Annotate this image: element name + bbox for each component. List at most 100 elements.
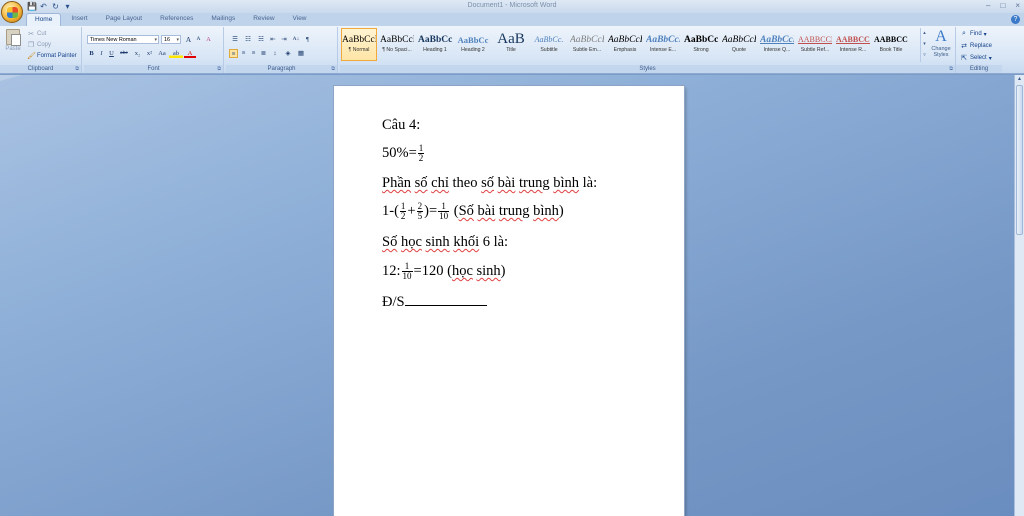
doc-line-answer[interactable]: Đ/S bbox=[382, 292, 487, 310]
align-center-icon[interactable]: ≡ bbox=[239, 49, 248, 58]
style-heading-1[interactable]: AaBbCc Heading 1 bbox=[417, 28, 453, 61]
clear-formatting-button[interactable]: A bbox=[204, 35, 213, 44]
doc-line-question[interactable]: Câu 4: bbox=[382, 116, 420, 134]
minimize-button[interactable]: – bbox=[986, 1, 990, 10]
style-subtitle[interactable]: AaBbCc. Subtitle bbox=[531, 28, 567, 61]
style-heading-2[interactable]: AaBbCc Heading 2 bbox=[455, 28, 491, 61]
paragraph-group: ☰ ☷ ☵ ⇤ ⇥ A↓ ¶ ≡ ≡ ≡ ≣ ↕ ◈ ▦ Paragraph ⧉ bbox=[226, 27, 338, 73]
title-bar: 💾 ↶ ↻ ▾ Document1 - Microsoft Word – □ × bbox=[0, 0, 1024, 13]
style-intense-emphasis[interactable]: AaBbCcI Intense E... bbox=[645, 28, 681, 61]
style-intense-quote[interactable]: AaBbCcI Intense Q... bbox=[759, 28, 795, 61]
font-format-tools: B I U abe x₂ x² Aa ab A bbox=[87, 49, 196, 58]
bullets-icon[interactable]: ☰ bbox=[229, 35, 241, 44]
multilevel-list-icon[interactable]: ☵ bbox=[255, 35, 267, 44]
binoculars-icon: ⌕ bbox=[962, 30, 966, 37]
style-intense-reference[interactable]: AABBCCI Intense R... bbox=[835, 28, 871, 61]
subscript-button[interactable]: x₂ bbox=[132, 49, 143, 58]
justify-icon[interactable]: ≣ bbox=[259, 49, 268, 58]
doc-line-students-text[interactable]: Số học sinh khối 6 là: bbox=[382, 233, 508, 251]
replace-icon: ⇄ bbox=[961, 43, 967, 50]
paragraph-group-label: Paragraph bbox=[226, 65, 337, 73]
font-name-box[interactable]: Times New Roman ▾ bbox=[87, 35, 159, 44]
strikethrough-button[interactable]: abe bbox=[117, 49, 131, 58]
clipboard-group: Paste ✂ Cut ❐ Copy 🖌 Format Painter Clipboa… bbox=[0, 27, 82, 73]
doc-line-calculation[interactable]: 1-(1 2 +2 5)= 1 10 (Số bài trung bình) bbox=[382, 201, 564, 222]
font-size-box[interactable]: 16 ▾ bbox=[161, 35, 181, 44]
grow-font-button[interactable]: A bbox=[184, 35, 193, 44]
scissors-icon: ✂ bbox=[28, 31, 34, 38]
styles-gallery-scroll[interactable]: ▴ ▾ ▿ bbox=[920, 28, 928, 62]
shrink-font-button[interactable]: A bbox=[194, 35, 203, 44]
maximize-button[interactable]: □ bbox=[1000, 1, 1005, 10]
decrease-indent-icon[interactable]: ⇤ bbox=[268, 35, 278, 44]
tab-home[interactable]: Home bbox=[26, 13, 62, 26]
paste-button[interactable]: Paste bbox=[3, 29, 23, 61]
style-normal[interactable]: AaBbCcI ¶ Normal bbox=[341, 28, 377, 61]
fraction: 1 10 bbox=[438, 201, 450, 222]
numbering-icon[interactable]: ☷ bbox=[242, 35, 254, 44]
borders-icon[interactable]: ▦ bbox=[295, 49, 307, 58]
tab-insert[interactable]: Insert bbox=[63, 13, 95, 26]
style-book-title[interactable]: AABBCCI Book Title bbox=[873, 28, 909, 61]
superscript-button[interactable]: x² bbox=[144, 49, 155, 58]
scroll-up-icon[interactable]: ▴ bbox=[1015, 75, 1024, 84]
style-subtle-reference[interactable]: AABBCCI Subtle Ref... bbox=[797, 28, 833, 61]
style-no-spacing[interactable]: AaBbCcI ¶ No Spaci... bbox=[379, 28, 415, 61]
align-left-icon[interactable]: ≡ bbox=[229, 49, 238, 58]
italic-button[interactable]: I bbox=[97, 49, 106, 58]
shading-icon[interactable]: ◈ bbox=[282, 49, 294, 58]
ribbon-tabs: Home Insert Page Layout References Maili… bbox=[0, 13, 1024, 26]
style-subtle-emphasis[interactable]: AaBbCcI Subtle Em... bbox=[569, 28, 605, 61]
align-right-icon[interactable]: ≡ bbox=[249, 49, 258, 58]
tab-view[interactable]: View bbox=[285, 13, 315, 26]
tab-references[interactable]: References bbox=[152, 13, 201, 26]
font-color-button[interactable]: A bbox=[184, 49, 196, 58]
chevron-up-icon[interactable]: ▴ bbox=[921, 28, 928, 39]
underline-button[interactable]: U bbox=[107, 49, 116, 58]
styles-launcher-icon[interactable]: ⧉ bbox=[949, 66, 953, 72]
help-icon[interactable]: ? bbox=[1011, 15, 1020, 24]
font-size-tools: A A A bbox=[184, 35, 213, 44]
tab-mailings[interactable]: Mailings bbox=[203, 13, 243, 26]
document-page[interactable]: Câu 4: 50%= 1 2 Phần số chỉ theo số bài tr… bbox=[334, 86, 684, 516]
highlight-button[interactable]: ab bbox=[169, 49, 183, 58]
style-strong[interactable]: AaBbCcIStrong bbox=[683, 28, 719, 61]
bold-button[interactable]: B bbox=[87, 49, 96, 58]
find-button[interactable]: ⌕ Find ▾ bbox=[960, 30, 987, 38]
line-spacing-icon[interactable]: ↕ bbox=[269, 49, 281, 58]
sort-button[interactable]: A↓ bbox=[290, 35, 302, 44]
increase-indent-icon[interactable]: ⇥ bbox=[279, 35, 289, 44]
align-tools: ≡ ≡ ≡ ≣ ↕ ◈ ▦ bbox=[229, 49, 307, 58]
style-title[interactable]: AaB Title bbox=[493, 28, 529, 61]
change-styles-icon: A bbox=[935, 28, 947, 45]
clipboard-launcher-icon[interactable]: ⧉ bbox=[75, 66, 79, 72]
show-marks-button[interactable]: ¶ bbox=[303, 35, 312, 44]
replace-button[interactable]: ⇄ Replace bbox=[960, 42, 992, 50]
style-quote[interactable]: AaBbCcI Quote bbox=[721, 28, 757, 61]
font-launcher-icon[interactable]: ⧉ bbox=[217, 66, 221, 72]
select-button[interactable]: ⇱ Select ▾ bbox=[960, 54, 992, 62]
fraction: 1 10 bbox=[401, 261, 413, 282]
cursor-icon: ⇱ bbox=[961, 55, 967, 62]
paragraph-launcher-icon[interactable]: ⧉ bbox=[331, 66, 335, 72]
doc-line-fraction-text[interactable]: Phần số chỉ theo số bài trung bình là: bbox=[382, 174, 597, 192]
doc-line-result[interactable]: 12: 1 10 =120 (học sinh) bbox=[382, 261, 506, 282]
quick-styles-gallery: AaBbCcI ¶ Normal AaBbCcI ¶ No Spaci... AaB… bbox=[341, 28, 919, 62]
chevron-down-icon: ▾ bbox=[988, 55, 992, 62]
tab-review[interactable]: Review bbox=[245, 13, 282, 26]
change-case-button[interactable]: Aa bbox=[156, 49, 168, 58]
scroll-thumb[interactable] bbox=[1016, 85, 1023, 235]
chevron-down-icon[interactable]: ▾ bbox=[921, 39, 928, 50]
cut-button[interactable]: ✂ Cut bbox=[27, 30, 46, 38]
gallery-more-icon[interactable]: ▿ bbox=[921, 50, 928, 61]
copy-button[interactable]: ❐ Copy bbox=[27, 41, 51, 49]
doc-line-percent[interactable]: 50%= 1 2 bbox=[382, 144, 425, 163]
close-button[interactable]: × bbox=[1015, 1, 1020, 10]
style-emphasis[interactable]: AaBbCcI Emphasis bbox=[607, 28, 643, 61]
vertical-scrollbar[interactable]: ▴ bbox=[1014, 75, 1024, 516]
office-button[interactable] bbox=[1, 1, 23, 23]
format-painter-button[interactable]: 🖌 Format Painter bbox=[27, 52, 77, 60]
tab-page-layout[interactable]: Page Layout bbox=[98, 13, 151, 26]
change-styles-button[interactable]: A Change Styles bbox=[928, 28, 954, 62]
window-controls: – □ × bbox=[986, 1, 1020, 10]
